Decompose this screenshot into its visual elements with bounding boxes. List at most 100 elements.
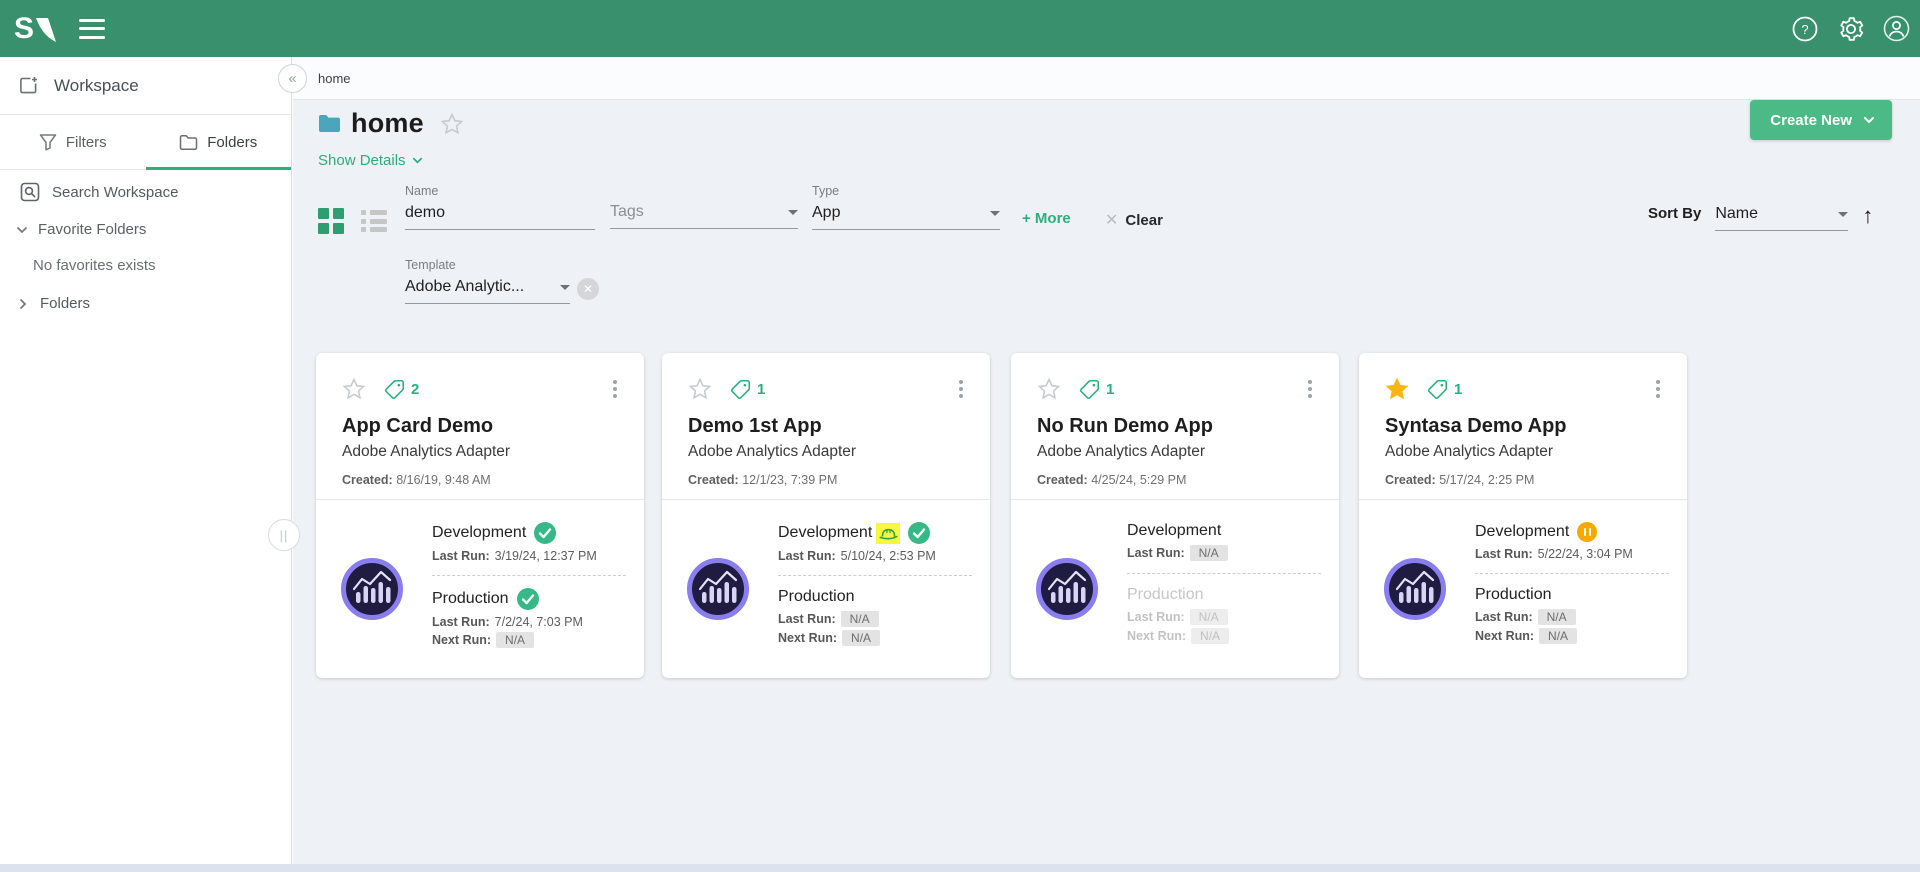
grid-view-icon[interactable] <box>318 208 344 234</box>
sidebar-resize-handle[interactable]: || <box>268 519 300 551</box>
favorite-folders-toggle[interactable]: Favorite Folders <box>0 221 291 238</box>
kebab-menu-icon[interactable] <box>1649 378 1667 400</box>
card-environments: DevelopmentLast Run:5/22/24, 3:04 PMProd… <box>1359 500 1687 678</box>
dropdown-caret-icon[interactable] <box>560 285 570 290</box>
environment-production: ProductionLast Run:N/ANext Run:N/A <box>1475 586 1669 644</box>
tag-count: 1 <box>1106 381 1114 398</box>
topbar-actions: ? <box>1791 15 1920 42</box>
kebab-menu-icon[interactable] <box>952 378 970 400</box>
app-card[interactable]: 1 Syntasa Demo App Adobe Analytics Adapt… <box>1359 353 1687 678</box>
sidebar-collapse-button[interactable]: « <box>278 64 307 93</box>
card-subtitle: Adobe Analytics Adapter <box>1037 443 1319 461</box>
tab-filters[interactable]: Filters <box>0 115 146 169</box>
environment-development: DevelopmentLast Run:5/10/24, 2:53 PM <box>778 522 972 563</box>
card-title: App Card Demo <box>342 415 624 438</box>
last-run-label: Last Run: <box>1127 546 1185 560</box>
workspace-header[interactable]: Workspace <box>0 57 291 115</box>
page-title: home <box>351 108 424 139</box>
kebab-menu-icon[interactable] <box>1301 378 1319 400</box>
success-status-icon <box>534 522 556 544</box>
tags-filter-placeholder[interactable]: Tags <box>610 203 782 221</box>
next-run-label: Next Run: <box>1475 629 1534 643</box>
kebab-menu-icon[interactable] <box>606 378 624 400</box>
breadcrumb[interactable]: home <box>318 71 351 86</box>
favorite-page-star-icon[interactable] <box>440 112 464 136</box>
card-subtitle: Adobe Analytics Adapter <box>1385 443 1667 461</box>
next-run-na-badge: N/A <box>1191 628 1229 644</box>
tags-filter-field[interactable]: Tags <box>610 184 798 229</box>
sort-direction-icon[interactable]: ↑ <box>1862 205 1873 231</box>
app-card[interactable]: 1 Demo 1st App Adobe Analytics Adapter C… <box>662 353 990 678</box>
environment-production: ProductionLast Run:N/ANext Run:N/A <box>1127 586 1321 644</box>
tag-count-badge: 2 <box>384 379 419 400</box>
environment-divider <box>432 575 626 576</box>
folders-tree-item[interactable]: Folders <box>0 295 291 312</box>
create-new-label: Create New <box>1770 112 1852 129</box>
last-run-row: Last Run:7/2/24, 7:03 PM <box>432 615 626 629</box>
show-details-label: Show Details <box>318 152 406 169</box>
menu-icon[interactable] <box>79 19 105 39</box>
environment-name: Development <box>1475 523 1569 541</box>
last-run-na-badge: N/A <box>841 611 879 627</box>
last-run-row: Last Run: N/A <box>1127 545 1321 561</box>
app-card-grid: 2 App Card Demo Adobe Analytics Adapter … <box>293 353 1920 679</box>
favorite-star-icon[interactable] <box>688 377 712 401</box>
sidebar-tabs: Filters Folders <box>0 115 291 170</box>
topbar: S ? <box>0 0 1920 57</box>
show-details-link[interactable]: Show Details <box>318 152 424 169</box>
tag-icon <box>730 379 751 400</box>
tag-icon <box>1079 379 1100 400</box>
last-run-label: Last Run: <box>432 615 490 629</box>
card-environments: DevelopmentLast Run:N/AProductionLast Ru… <box>1011 500 1339 678</box>
search-workspace-label: Search Workspace <box>52 184 178 201</box>
last-run-value: 5/10/24, 2:53 PM <box>841 549 936 563</box>
last-run-row: Last Run:N/A <box>1475 609 1669 625</box>
favorite-star-icon[interactable] <box>1385 377 1409 401</box>
dropdown-caret-icon[interactable] <box>1838 212 1848 217</box>
environment-name: Production <box>1127 586 1204 604</box>
settings-gear-icon[interactable] <box>1837 15 1864 42</box>
clear-filters-link[interactable]: ✕ Clear <box>1105 210 1163 230</box>
app-logo-icon <box>340 557 404 621</box>
app-card[interactable]: 1 No Run Demo App Adobe Analytics Adapte… <box>1011 353 1339 678</box>
hard-hat-icon <box>876 523 900 544</box>
create-new-button[interactable]: Create New <box>1750 100 1892 140</box>
more-filters-link[interactable]: + More <box>1022 210 1071 227</box>
name-filter-input[interactable]: demo <box>405 204 595 222</box>
template-clear-icon[interactable]: ✕ <box>577 278 599 300</box>
template-filter-label: Template <box>405 258 570 272</box>
folder-icon <box>318 114 341 133</box>
account-icon[interactable] <box>1883 15 1910 42</box>
list-view-icon[interactable] <box>361 209 389 233</box>
next-run-label: Next Run: <box>432 633 491 647</box>
tab-folders[interactable]: Folders <box>146 115 292 169</box>
type-filter-label: Type <box>812 184 1000 198</box>
template-filter-value[interactable]: Adobe Analytic... <box>405 278 554 296</box>
last-run-row: Last Run:N/A <box>778 611 972 627</box>
next-run-row: Next Run:N/A <box>778 630 972 646</box>
dropdown-caret-icon[interactable] <box>990 211 1000 216</box>
chevron-right-icon <box>16 297 30 311</box>
next-run-na-badge: N/A <box>496 632 534 648</box>
sort-field[interactable]: Name <box>1715 205 1848 231</box>
last-run-na-badge: N/A <box>1190 545 1228 561</box>
help-icon[interactable]: ? <box>1791 15 1818 42</box>
name-filter-field[interactable]: Name demo <box>405 184 595 230</box>
app-card[interactable]: 2 App Card Demo Adobe Analytics Adapter … <box>316 353 644 678</box>
environment-name: Development <box>778 524 872 542</box>
type-filter-field[interactable]: Type App <box>812 184 1000 230</box>
success-status-icon <box>908 522 930 544</box>
type-filter-value[interactable]: App <box>812 204 984 222</box>
dropdown-caret-icon[interactable] <box>788 210 798 215</box>
template-filter-field[interactable]: Template Adobe Analytic... <box>405 258 570 304</box>
horizontal-scrollbar[interactable] <box>0 864 1920 872</box>
syntasa-logo[interactable]: S <box>14 12 57 46</box>
tab-folders-label: Folders <box>207 134 257 151</box>
folders-tree-label: Folders <box>40 295 90 312</box>
sort-value[interactable]: Name <box>1715 205 1832 223</box>
environment-name: Production <box>1475 586 1552 604</box>
favorite-star-icon[interactable] <box>342 377 366 401</box>
chevron-down-icon <box>15 223 29 237</box>
favorite-star-icon[interactable] <box>1037 377 1061 401</box>
search-workspace[interactable]: Search Workspace <box>0 182 291 202</box>
